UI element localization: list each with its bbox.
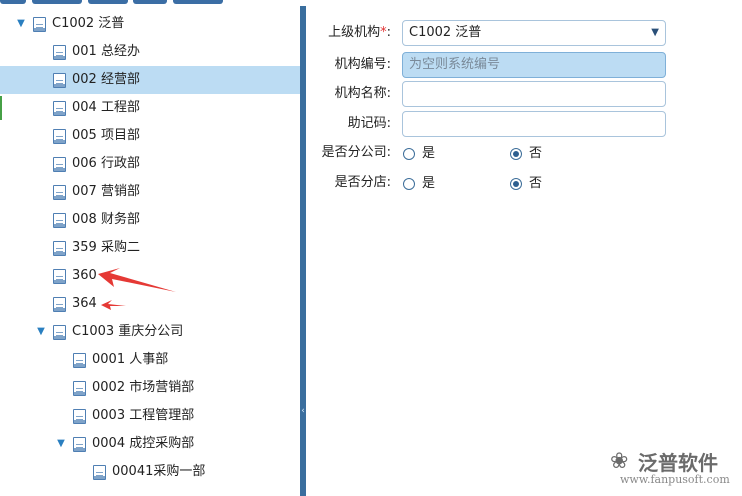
document-icon (53, 101, 66, 116)
tree-node-008[interactable]: 008 财务部 (0, 206, 300, 234)
tree-node-360[interactable]: 360 (0, 262, 300, 290)
tree-node-label: 0004 成控采购部 (92, 436, 195, 451)
document-icon (53, 325, 66, 340)
branch-company-no-label: 否 (529, 146, 543, 161)
tree-node-label: 0003 工程管理部 (92, 408, 195, 423)
tree-node-0002[interactable]: 0002 市场营销部 (0, 374, 300, 402)
toolbar-button[interactable] (173, 0, 223, 4)
toolbar-button[interactable] (88, 0, 128, 4)
org-code-placeholder: 为空则系统编号 (409, 57, 501, 72)
logo-icon: ❀ (610, 449, 629, 474)
expand-icon[interactable]: ▼ (56, 430, 66, 458)
tree-node-label: C1003 重庆分公司 (72, 324, 184, 339)
org-name-label: 机构名称: (334, 86, 391, 101)
toolbar-button[interactable] (32, 0, 82, 4)
tree-node-002[interactable]: 002 经营部 (0, 66, 300, 94)
document-icon (53, 269, 66, 284)
org-code-label: 机构编号: (334, 57, 391, 72)
document-icon (53, 241, 66, 256)
tree-node-364[interactable]: 364 (0, 290, 300, 318)
document-icon (73, 381, 86, 396)
document-icon (53, 157, 66, 172)
tree-node-label: C1002 泛普 (52, 16, 125, 31)
tree-node-c1002[interactable]: ▼ C1002 泛普 (0, 10, 300, 38)
focus-marker (0, 96, 2, 120)
tree-node-label: 002 经营部 (72, 72, 140, 87)
expand-icon[interactable]: ▼ (16, 10, 26, 38)
watermark-site: www.fanpusoft.com (620, 473, 730, 486)
expand-icon[interactable]: ▼ (36, 318, 46, 346)
tree-node-label: 364 (72, 296, 97, 311)
tree-node-004[interactable]: 004 工程部 (0, 94, 300, 122)
tree-node-00041[interactable]: 00041采购一部 (0, 458, 300, 486)
tree-node-0003[interactable]: 0003 工程管理部 (0, 402, 300, 430)
tree-node-001[interactable]: 001 总经办 (0, 38, 300, 66)
toolbar-button[interactable] (133, 0, 167, 4)
org-tree: ▼ C1002 泛普 001 总经办 002 经营部 004 工程部 005 项… (0, 6, 300, 496)
tree-node-007[interactable]: 007 营销部 (0, 178, 300, 206)
branch-company-yes-label: 是 (422, 146, 436, 161)
tree-node-label: 359 采购二 (72, 240, 140, 255)
tree-node-label: 007 营销部 (72, 184, 140, 199)
tree-node-0001[interactable]: 0001 人事部 (0, 346, 300, 374)
document-icon (53, 73, 66, 88)
branch-store-yes-label: 是 (422, 176, 436, 191)
tree-node-label: 0001 人事部 (92, 352, 169, 367)
toolbar-button[interactable] (0, 0, 26, 4)
tree-node-label: 360 (72, 268, 97, 283)
branch-store-label: 是否分店: (334, 175, 391, 190)
parent-org-label: 上级机构*: (328, 25, 391, 40)
mnemonic-input[interactable] (402, 111, 666, 137)
branch-company-no-radio[interactable] (510, 148, 522, 160)
tree-node-005[interactable]: 005 项目部 (0, 122, 300, 150)
parent-org-value: C1002 泛普 (409, 25, 482, 40)
org-name-input[interactable] (402, 81, 666, 107)
branch-store-no-label: 否 (529, 176, 543, 191)
tree-node-label: 005 项目部 (72, 128, 140, 143)
document-icon (73, 409, 86, 424)
chevron-down-icon[interactable]: ▼ (651, 21, 659, 45)
document-icon (93, 465, 106, 480)
tree-node-label: 004 工程部 (72, 100, 140, 115)
watermark: ❀ 泛普软件 www.fanpusoft.com (610, 445, 742, 493)
document-icon (73, 353, 86, 368)
tree-node-0004[interactable]: ▼ 0004 成控采购部 (0, 430, 300, 458)
document-icon (53, 45, 66, 60)
tree-node-006[interactable]: 006 行政部 (0, 150, 300, 178)
branch-company-yes-radio[interactable] (403, 148, 415, 160)
org-form: 上级机构*: C1002 泛普 ▼ 机构编号: 为空则系统编号 机构名称: 助记… (306, 6, 742, 496)
tree-node-label: 006 行政部 (72, 156, 140, 171)
branch-store-yes-radio[interactable] (403, 178, 415, 190)
watermark-brand: 泛普软件 (638, 451, 718, 475)
tree-node-label: 001 总经办 (72, 44, 140, 59)
document-icon (53, 297, 66, 312)
tree-node-c1003[interactable]: ▼ C1003 重庆分公司 (0, 318, 300, 346)
parent-org-select[interactable]: C1002 泛普 ▼ (402, 20, 666, 46)
tree-node-label: 0002 市场营销部 (92, 380, 195, 395)
branch-company-label: 是否分公司: (321, 145, 391, 160)
document-icon (73, 437, 86, 452)
org-code-input[interactable]: 为空则系统编号 (402, 52, 666, 78)
document-icon (33, 17, 46, 32)
tree-node-label: 008 财务部 (72, 212, 140, 227)
tree-node-label: 00041采购一部 (112, 464, 206, 479)
branch-store-no-radio[interactable] (510, 178, 522, 190)
document-icon (53, 213, 66, 228)
mnemonic-label: 助记码: (347, 116, 391, 131)
tree-node-359[interactable]: 359 采购二 (0, 234, 300, 262)
document-icon (53, 185, 66, 200)
document-icon (53, 129, 66, 144)
